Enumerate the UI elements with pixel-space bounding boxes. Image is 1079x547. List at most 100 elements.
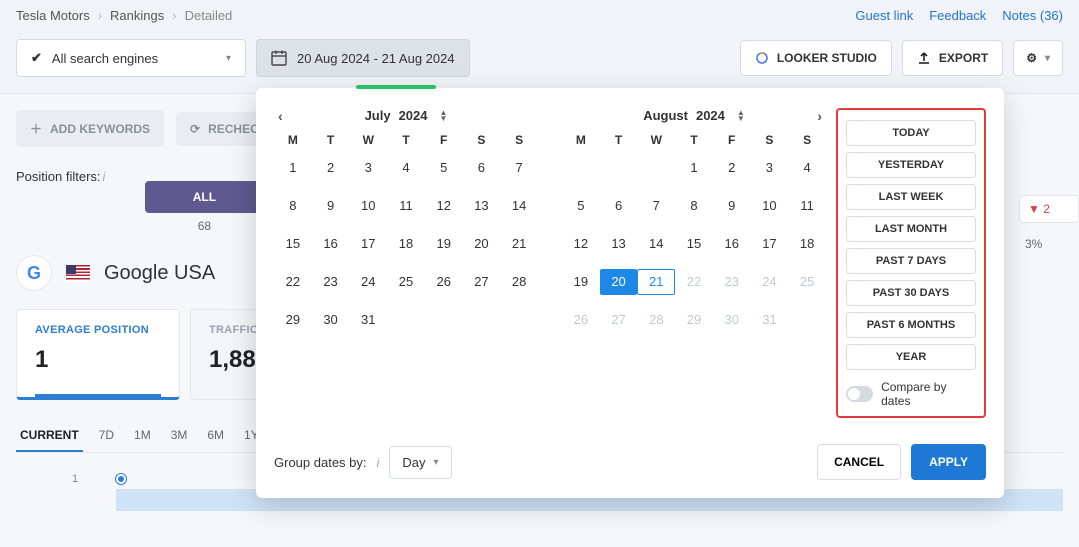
add-keywords-button[interactable]: ＋ ADD KEYWORDS: [16, 110, 164, 147]
calendar-day[interactable]: 20: [463, 231, 501, 257]
preset-last-month[interactable]: LAST MONTH: [846, 216, 976, 242]
calendar-day[interactable]: 21: [637, 269, 675, 295]
calendar-day[interactable]: 24: [751, 269, 789, 295]
calendar-day[interactable]: 31: [349, 307, 387, 333]
calendar-day[interactable]: 7: [500, 155, 538, 181]
calendar-day[interactable]: 7: [637, 193, 675, 219]
preset-past-7-days[interactable]: PAST 7 DAYS: [846, 248, 976, 274]
dow: W: [349, 133, 387, 147]
calendar-day[interactable]: 26: [425, 269, 463, 295]
preset-today[interactable]: TODAY: [846, 120, 976, 146]
calendar-day[interactable]: 12: [425, 193, 463, 219]
apply-button[interactable]: APPLY: [911, 444, 986, 480]
calendar-day[interactable]: 29: [274, 307, 312, 333]
calendar-day[interactable]: 4: [788, 155, 826, 181]
calendar-day[interactable]: 3: [751, 155, 789, 181]
calendar-day[interactable]: 25: [387, 269, 425, 295]
calendar-day[interactable]: 2: [713, 155, 751, 181]
export-button[interactable]: EXPORT: [902, 40, 1003, 76]
calendar-day[interactable]: 8: [675, 193, 713, 219]
calendar-day[interactable]: 24: [349, 269, 387, 295]
tab-3m[interactable]: 3M: [167, 420, 192, 452]
calendar-day[interactable]: 12: [562, 231, 600, 257]
calendar-day[interactable]: 16: [713, 231, 751, 257]
year-spinner[interactable]: ▲▼: [737, 110, 745, 122]
calendar-day[interactable]: 14: [637, 231, 675, 257]
crumb-section[interactable]: Rankings: [110, 8, 164, 23]
metric-avg-position[interactable]: AVERAGE POSITION 1: [16, 309, 180, 400]
notes-link[interactable]: Notes (36): [1002, 8, 1063, 23]
calendar-day[interactable]: 19: [425, 231, 463, 257]
prev-month-button[interactable]: ‹: [274, 104, 287, 128]
preset-year[interactable]: YEAR: [846, 344, 976, 370]
next-month-button[interactable]: ›: [813, 104, 826, 128]
calendar-day[interactable]: 27: [600, 307, 638, 333]
crumb-project[interactable]: Tesla Motors: [16, 8, 90, 23]
search-engine-select[interactable]: ✔ All search engines ▾: [16, 39, 246, 77]
compare-toggle[interactable]: [846, 386, 873, 402]
calendar-day[interactable]: 17: [751, 231, 789, 257]
calendar-day[interactable]: 14: [500, 193, 538, 219]
filter-all-button[interactable]: ALL: [145, 181, 263, 213]
tab-1m[interactable]: 1M: [130, 420, 155, 452]
looker-studio-button[interactable]: LOOKER STUDIO: [740, 40, 892, 76]
calendar-day[interactable]: 6: [463, 155, 501, 181]
calendar-day[interactable]: 23: [713, 269, 751, 295]
preset-yesterday[interactable]: YESTERDAY: [846, 152, 976, 178]
info-icon[interactable]: i: [103, 169, 106, 184]
calendar-day[interactable]: 4: [387, 155, 425, 181]
calendar-day[interactable]: 11: [387, 193, 425, 219]
calendar-day[interactable]: 5: [425, 155, 463, 181]
calendar-day[interactable]: 17: [349, 231, 387, 257]
calendar-day[interactable]: 30: [312, 307, 350, 333]
calendar-day[interactable]: 18: [387, 231, 425, 257]
calendar-day[interactable]: 10: [751, 193, 789, 219]
feedback-link[interactable]: Feedback: [929, 8, 986, 23]
preset-last-week[interactable]: LAST WEEK: [846, 184, 976, 210]
calendar-day[interactable]: 29: [675, 307, 713, 333]
calendar-day[interactable]: 28: [637, 307, 675, 333]
calendar-day[interactable]: 9: [713, 193, 751, 219]
preset-past-6-months[interactable]: PAST 6 MONTHS: [846, 312, 976, 338]
search-engine-name: Google USA: [104, 262, 215, 285]
tab-6m[interactable]: 6M: [203, 420, 228, 452]
calendar-day[interactable]: 8: [274, 193, 312, 219]
calendar-day[interactable]: 30: [713, 307, 751, 333]
preset-past-30-days[interactable]: PAST 30 DAYS: [846, 280, 976, 306]
calendar-day[interactable]: 21: [500, 231, 538, 257]
calendar-day[interactable]: 25: [788, 269, 826, 295]
tab-7d[interactable]: 7D: [95, 420, 118, 452]
calendar-day[interactable]: 22: [274, 269, 312, 295]
tab-current[interactable]: CURRENT: [16, 420, 83, 452]
calendar-day[interactable]: 22: [675, 269, 713, 295]
calendar-day[interactable]: 19: [562, 269, 600, 295]
guest-link[interactable]: Guest link: [855, 8, 913, 23]
calendar-day[interactable]: 15: [274, 231, 312, 257]
calendar-day[interactable]: 2: [312, 155, 350, 181]
calendar-day[interactable]: 1: [274, 155, 312, 181]
calendar-day[interactable]: 3: [349, 155, 387, 181]
calendar-day[interactable]: 27: [463, 269, 501, 295]
calendar-day[interactable]: 28: [500, 269, 538, 295]
info-icon[interactable]: i: [377, 455, 380, 470]
calendar-day[interactable]: 5: [562, 193, 600, 219]
calendar-day[interactable]: 13: [463, 193, 501, 219]
calendar-day[interactable]: 18: [788, 231, 826, 257]
calendar-day[interactable]: 15: [675, 231, 713, 257]
group-by-select[interactable]: Day ▾: [389, 446, 451, 479]
calendar-day[interactable]: 9: [312, 193, 350, 219]
calendar-day[interactable]: 20: [600, 269, 638, 295]
calendar-day[interactable]: 1: [675, 155, 713, 181]
cancel-button[interactable]: CANCEL: [817, 444, 901, 480]
calendar-day[interactable]: 11: [788, 193, 826, 219]
calendar-day[interactable]: 23: [312, 269, 350, 295]
settings-button[interactable]: ⚙ ▾: [1013, 40, 1063, 76]
calendar-day[interactable]: 31: [751, 307, 789, 333]
date-range-button[interactable]: 20 Aug 2024 - 21 Aug 2024: [256, 39, 470, 77]
calendar-day[interactable]: 13: [600, 231, 638, 257]
year-spinner[interactable]: ▲▼: [440, 110, 448, 122]
calendar-day[interactable]: 16: [312, 231, 350, 257]
calendar-day[interactable]: 26: [562, 307, 600, 333]
calendar-day[interactable]: 6: [600, 193, 638, 219]
calendar-day[interactable]: 10: [349, 193, 387, 219]
